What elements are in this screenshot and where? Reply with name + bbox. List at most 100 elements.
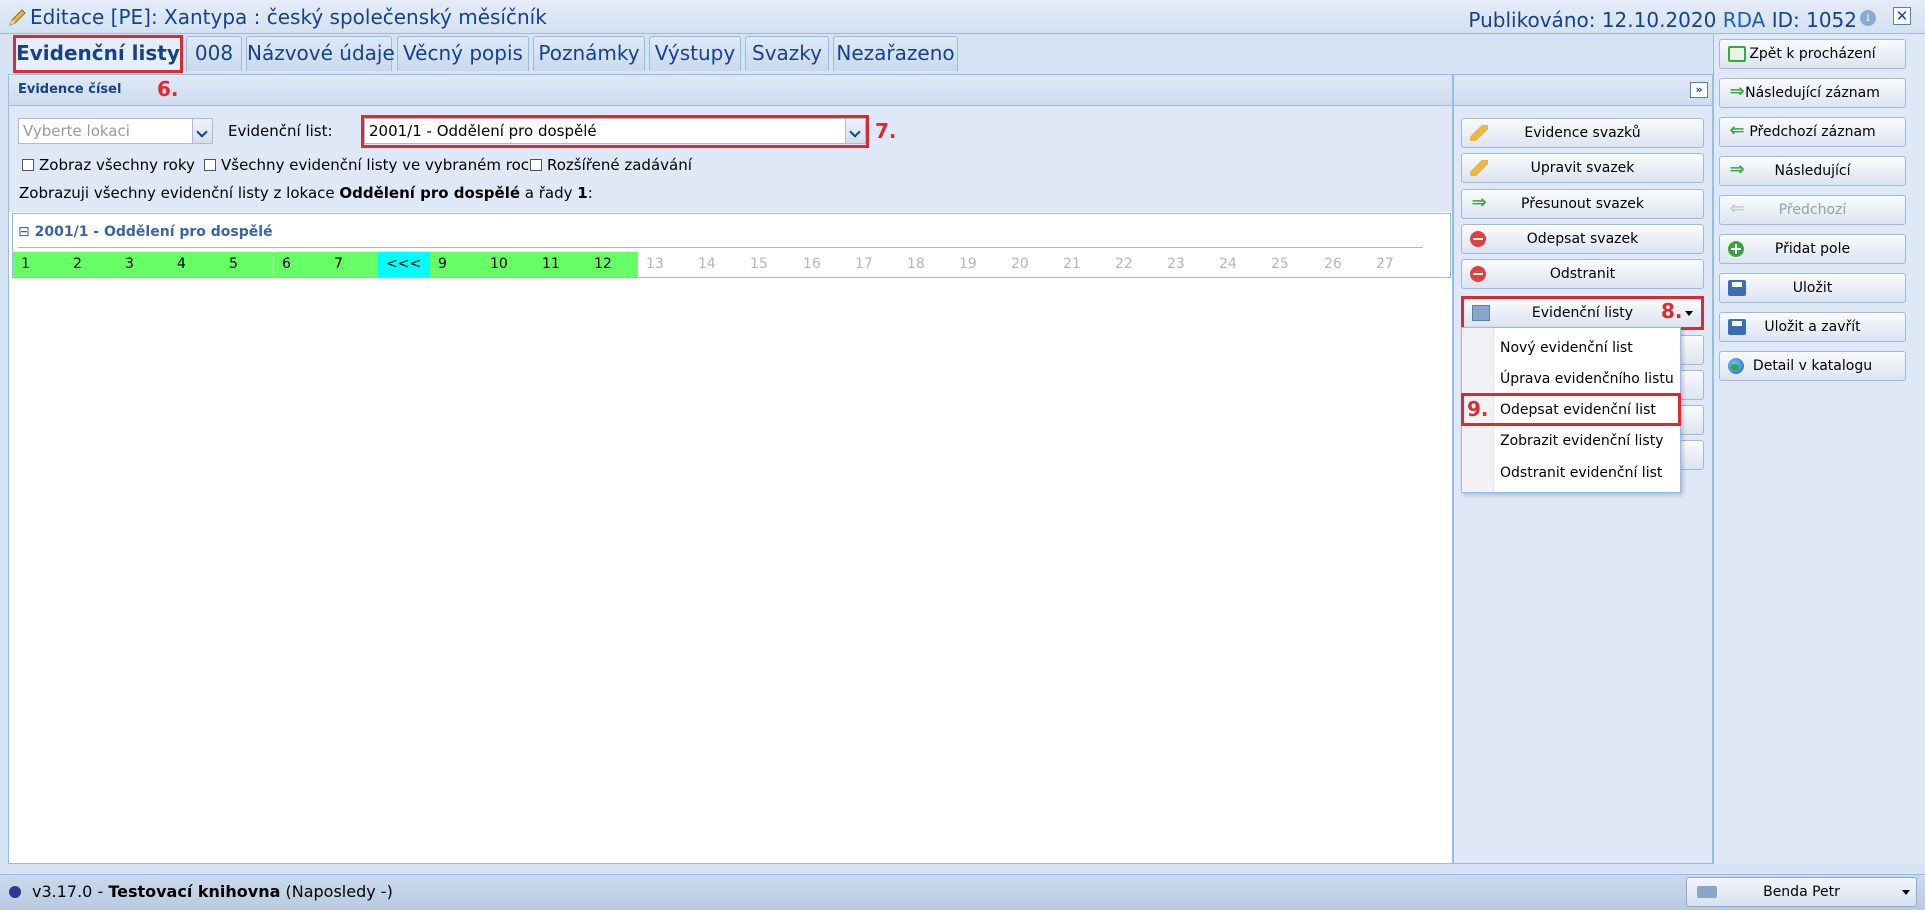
menu-item-odstranit[interactable]: Odstranit evidenční list	[1500, 465, 1662, 481]
evidence-svazku-label: Evidence svazků	[1524, 125, 1641, 141]
tab-nezarazeno[interactable]: Nezařazeno	[833, 36, 958, 71]
issue-cell[interactable]: 22	[1107, 252, 1159, 277]
issue-cell[interactable]: 21	[1055, 252, 1107, 277]
issue-cell[interactable]: 14	[690, 252, 742, 277]
issue-cell[interactable]: 2	[65, 252, 117, 277]
menu-item-novy[interactable]: Nový evidenční list	[1500, 340, 1633, 356]
user-icon	[1697, 886, 1717, 898]
issue-cell[interactable]: <<<	[378, 252, 430, 277]
odstranit-button[interactable]: Odstranit	[1461, 259, 1704, 289]
remove-icon	[1470, 231, 1486, 247]
presunout-svazek-label: Přesunout svazek	[1521, 196, 1644, 212]
nasledujici-button[interactable]: ⇒ Následující	[1719, 156, 1906, 186]
highlight-box-tab	[13, 35, 183, 73]
predchozi-zaznam-button[interactable]: ⇐ Předchozí záznam	[1719, 117, 1906, 147]
tab-nazvove-udaje[interactable]: Názvové údaje	[246, 36, 395, 71]
upravit-svazek-button[interactable]: Upravit svazek	[1461, 153, 1704, 183]
evidence-svazku-button[interactable]: Evidence svazků	[1461, 118, 1704, 148]
issue-cell[interactable]: 10	[482, 252, 534, 277]
record-id: ID: 1052	[1771, 8, 1857, 32]
nasledujici-label: Následující	[1774, 163, 1851, 179]
expand-icon[interactable]: »	[1690, 82, 1708, 98]
save-icon	[1728, 319, 1746, 335]
dropdown-arrow-icon	[1902, 890, 1910, 895]
predchozi-button[interactable]: ⇐ Předchozí	[1719, 195, 1906, 225]
issue-cell[interactable]: 20	[1003, 252, 1055, 277]
panel-header	[8, 74, 1453, 106]
info-mid: a řady	[520, 184, 578, 202]
info-series: 1	[577, 184, 588, 202]
last-login: (Naposledy -)	[280, 882, 393, 901]
issue-cell[interactable]: 11	[534, 252, 586, 277]
rda-label: RDA	[1722, 8, 1766, 32]
location-select[interactable]: Vyberte lokaci	[18, 118, 213, 144]
group-title: 2001/1 - Oddělení pro dospělé	[34, 224, 273, 240]
info-icon[interactable]: i	[1860, 10, 1876, 26]
annotation-9: 9.	[1467, 397, 1489, 421]
user-name: Benda Petr	[1763, 884, 1840, 900]
predchozi-label: Předchozí	[1778, 202, 1847, 218]
tab-bar: Evidenční listy 008 Názvové údaje Věcný …	[0, 34, 1710, 74]
issue-cell[interactable]: 6	[274, 252, 326, 277]
info-text: Zobrazuji všechny evidenční listy z loka…	[19, 184, 593, 202]
issue-cell[interactable]: 17	[847, 252, 899, 277]
checkbox[interactable]	[530, 159, 542, 171]
issue-cell[interactable]: 1	[13, 252, 65, 277]
status-icon	[9, 886, 21, 898]
issue-cell[interactable]: 18	[899, 252, 951, 277]
check-extended-label: Rozšířené zadávání	[547, 156, 692, 174]
tab-vystupy[interactable]: Výstupy	[649, 36, 741, 71]
issue-cell[interactable]: 4	[169, 252, 221, 277]
issue-cell[interactable]: 15	[742, 252, 794, 277]
pencil-icon	[1470, 125, 1488, 141]
tab-vecny-popis[interactable]: Věcný popis	[397, 36, 529, 71]
issue-cell[interactable]: 16	[795, 252, 847, 277]
tab-poznamky[interactable]: Poznámky	[533, 36, 645, 71]
menu-item-uprava[interactable]: Úprava evidenčního listu	[1500, 371, 1674, 387]
collapse-icon[interactable]: ⊟	[18, 224, 30, 240]
close-icon[interactable]: ✕	[1893, 7, 1911, 25]
tab-008[interactable]: 008	[186, 36, 242, 71]
issue-cell[interactable]: 7	[326, 252, 378, 277]
issue-cell[interactable]: 24	[1211, 252, 1263, 277]
zpet-button[interactable]: Zpět k procházení	[1719, 39, 1906, 69]
check-all-years[interactable]: Zobraz všechny roky	[22, 156, 195, 174]
checkbox[interactable]	[22, 159, 34, 171]
status-text: v3.17.0 - Testovací knihovna (Naposledy …	[32, 882, 393, 901]
issue-cell[interactable]: 12	[586, 252, 638, 277]
upravit-svazek-label: Upravit svazek	[1530, 160, 1635, 176]
issue-cell[interactable]: 3	[117, 252, 169, 277]
ulozit-zavrit-button[interactable]: Uložit a zavřít	[1719, 312, 1906, 342]
info-suffix: :	[587, 184, 593, 202]
tab-svazky[interactable]: Svazky	[745, 36, 829, 71]
annotation-7: 7.	[875, 119, 897, 143]
issue-cell[interactable]: 27	[1368, 252, 1420, 277]
detail-button[interactable]: Detail v katalogu	[1719, 351, 1906, 381]
issue-cell[interactable]: 26	[1316, 252, 1368, 277]
publish-info: Publikováno: 12.10.2020 RDA ID: 1052	[1468, 8, 1857, 32]
presunout-svazek-button[interactable]: ⇒ Přesunout svazek	[1461, 189, 1704, 219]
zpet-label: Zpět k procházení	[1749, 46, 1876, 62]
issue-cell[interactable]: 23	[1159, 252, 1211, 277]
nasledujici-zaznam-button[interactable]: ⇒ Následující záznam	[1719, 78, 1906, 108]
issue-cell[interactable]: 5	[221, 252, 273, 277]
pridat-pole-button[interactable]: Přidat pole	[1719, 234, 1906, 264]
user-button[interactable]: Benda Petr	[1686, 877, 1917, 907]
odepsat-svazek-button[interactable]: Odepsat svazek	[1461, 224, 1704, 254]
odepsat-svazek-label: Odepsat svazek	[1526, 231, 1639, 247]
menu-item-zobrazit[interactable]: Zobrazit evidenční listy	[1500, 433, 1663, 449]
annotation-6: 6.	[157, 77, 179, 101]
issue-cell[interactable]: 25	[1263, 252, 1315, 277]
issue-cell[interactable]: 19	[951, 252, 1003, 277]
check-all-lists[interactable]: Všechny evidenční listy ve vybraném roce	[204, 156, 538, 174]
pencil-icon	[1470, 160, 1488, 176]
check-extended[interactable]: Rozšířené zadávání	[530, 156, 692, 174]
ulozit-button[interactable]: Uložit	[1719, 273, 1906, 303]
issue-cell[interactable]: 9	[430, 252, 482, 277]
chevron-down-icon[interactable]	[192, 119, 212, 143]
checkbox[interactable]	[204, 159, 216, 171]
info-location: Oddělení pro dospělé	[339, 184, 521, 202]
group-header[interactable]: ⊟ 2001/1 - Oddělení pro dospělé	[18, 224, 273, 240]
location-placeholder: Vyberte lokaci	[23, 122, 130, 140]
issue-cell[interactable]: 13	[638, 252, 690, 277]
